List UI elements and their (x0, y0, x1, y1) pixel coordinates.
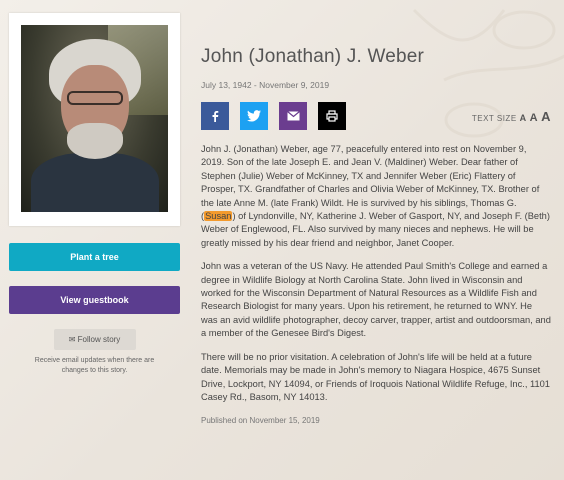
share-toolbar: TEXT SIZE A A A (201, 102, 551, 130)
twitter-icon (247, 110, 261, 122)
print-button[interactable] (318, 102, 346, 130)
paragraph-1-start: John J. (Jonathan) Weber, age 77, peacef… (201, 144, 540, 222)
email-share-button[interactable] (279, 102, 307, 130)
text-size-small[interactable]: A (520, 113, 527, 123)
paragraph-1-end: ) of Lyndonville, NY, Katherine J. Weber… (201, 211, 550, 248)
facebook-share-button[interactable] (201, 102, 229, 130)
obituary-content: John (Jonathan) J. Weber July 13, 1942 -… (201, 46, 551, 425)
text-size-control: TEXT SIZE A A A (472, 109, 551, 124)
follow-story-label: Follow story (77, 335, 121, 344)
follow-story-button[interactable]: ✉ Follow story (53, 329, 136, 350)
page-title: John (Jonathan) J. Weber (201, 46, 425, 67)
plant-tree-button[interactable]: Plant a tree (9, 243, 180, 271)
text-size-large[interactable]: A (541, 109, 551, 124)
envelope-icon: ✉ (68, 335, 76, 344)
view-guestbook-button[interactable]: View guestbook (9, 286, 180, 314)
search-highlight: Susan (204, 211, 233, 222)
print-icon (326, 110, 338, 122)
obituary-paragraph-3: There will be no prior visitation. A cel… (201, 351, 550, 402)
twitter-share-button[interactable] (240, 102, 268, 130)
obituary-paragraph-1: John J. (Jonathan) Weber, age 77, peacef… (201, 143, 551, 250)
facebook-icon (212, 111, 219, 122)
portrait-frame (9, 13, 180, 226)
left-column: Plant a tree View guestbook ✉ Follow sto… (9, 13, 180, 376)
text-size-medium[interactable]: A (530, 112, 538, 124)
portrait-photo (21, 25, 168, 212)
text-size-label: TEXT SIZE (471, 113, 517, 123)
follow-note: Receive email updates when there are cha… (34, 357, 155, 374)
email-icon (286, 111, 300, 121)
obituary-paragraph-2: John was a veteran of the US Navy. He at… (201, 261, 551, 339)
life-dates: July 13, 1942 - November 9, 2019 (201, 80, 330, 90)
published-date: Published on November 15, 2019 (201, 416, 320, 426)
